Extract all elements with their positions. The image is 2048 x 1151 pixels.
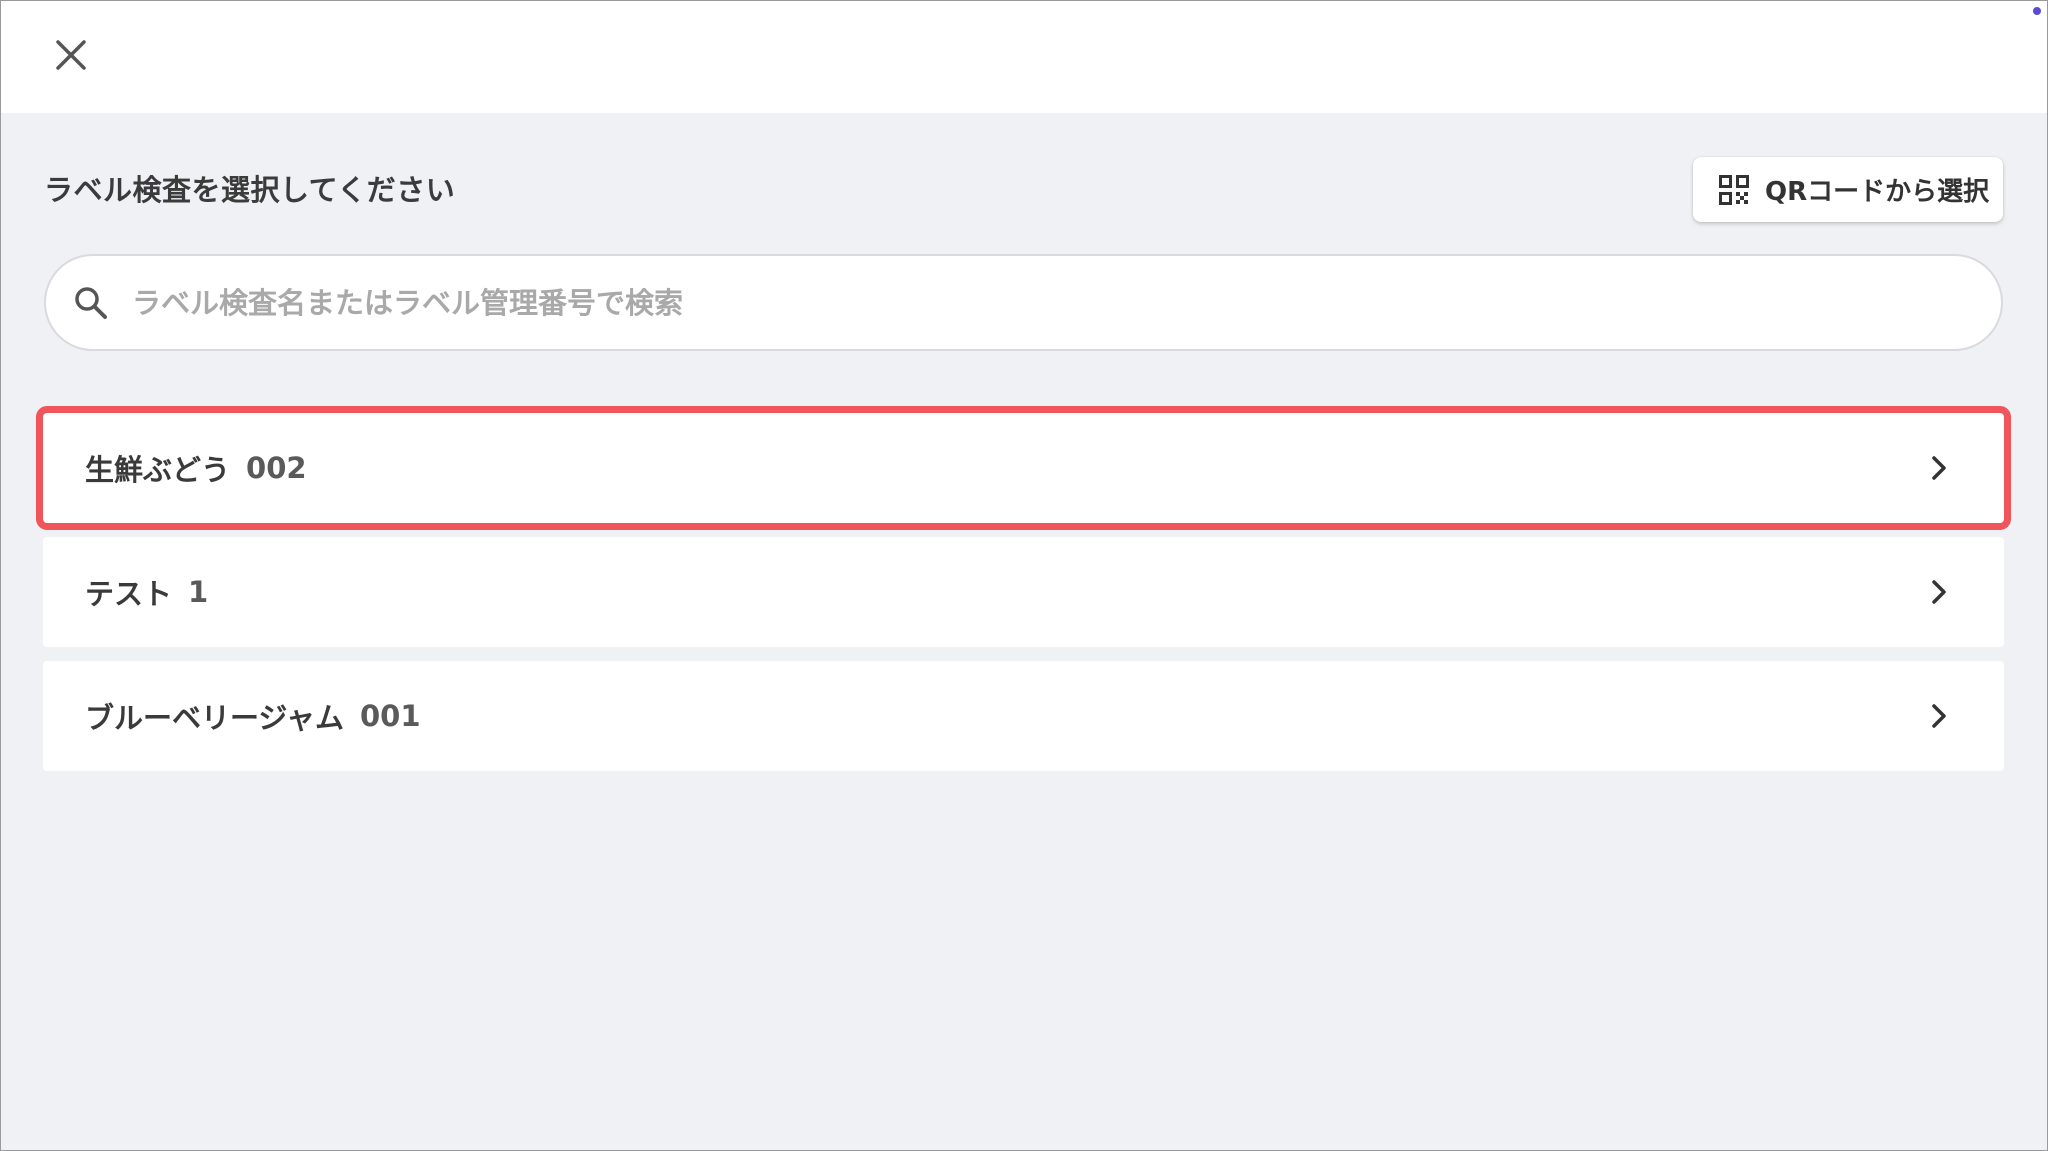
chevron-right-icon <box>1932 580 1946 604</box>
qr-button-label: QRコードから選択 <box>1765 177 1990 207</box>
chevron-right-icon <box>1932 704 1946 728</box>
item-name: テスト <box>85 577 173 611</box>
search-bar[interactable] <box>44 254 2003 351</box>
item-number: 002 <box>246 451 307 485</box>
search-icon <box>75 286 107 319</box>
list-item-0[interactable]: 生鮮ぶどう 002 <box>36 406 2011 530</box>
search-input[interactable] <box>130 271 1934 334</box>
chevron-right-icon <box>1932 456 1946 480</box>
status-indicator-dot <box>2033 7 2041 15</box>
page-title: ラベル検査を選択してください <box>44 173 456 207</box>
label-inspection-list: 生鮮ぶどう 002 テスト 1 ブルーベリージャム 001 <box>36 406 2011 785</box>
item-number: 001 <box>359 699 421 733</box>
list-item-2[interactable]: ブルーベリージャム 001 <box>43 661 2004 771</box>
top-bar <box>1 1 2047 113</box>
close-button[interactable] <box>47 31 95 79</box>
select-from-qr-button[interactable]: QRコードから選択 <box>1693 157 2003 222</box>
item-name: 生鮮ぶどう <box>85 453 231 487</box>
list-item-1[interactable]: テスト 1 <box>43 537 2004 647</box>
qr-code-icon <box>1719 174 1749 205</box>
item-name: ブルーベリージャム <box>85 701 344 735</box>
app-frame: ラベル検査を選択してください QRコードから選択 生鮮ぶどう 002 <box>0 0 2048 1151</box>
item-number: 1 <box>188 575 209 609</box>
close-icon <box>56 40 86 70</box>
